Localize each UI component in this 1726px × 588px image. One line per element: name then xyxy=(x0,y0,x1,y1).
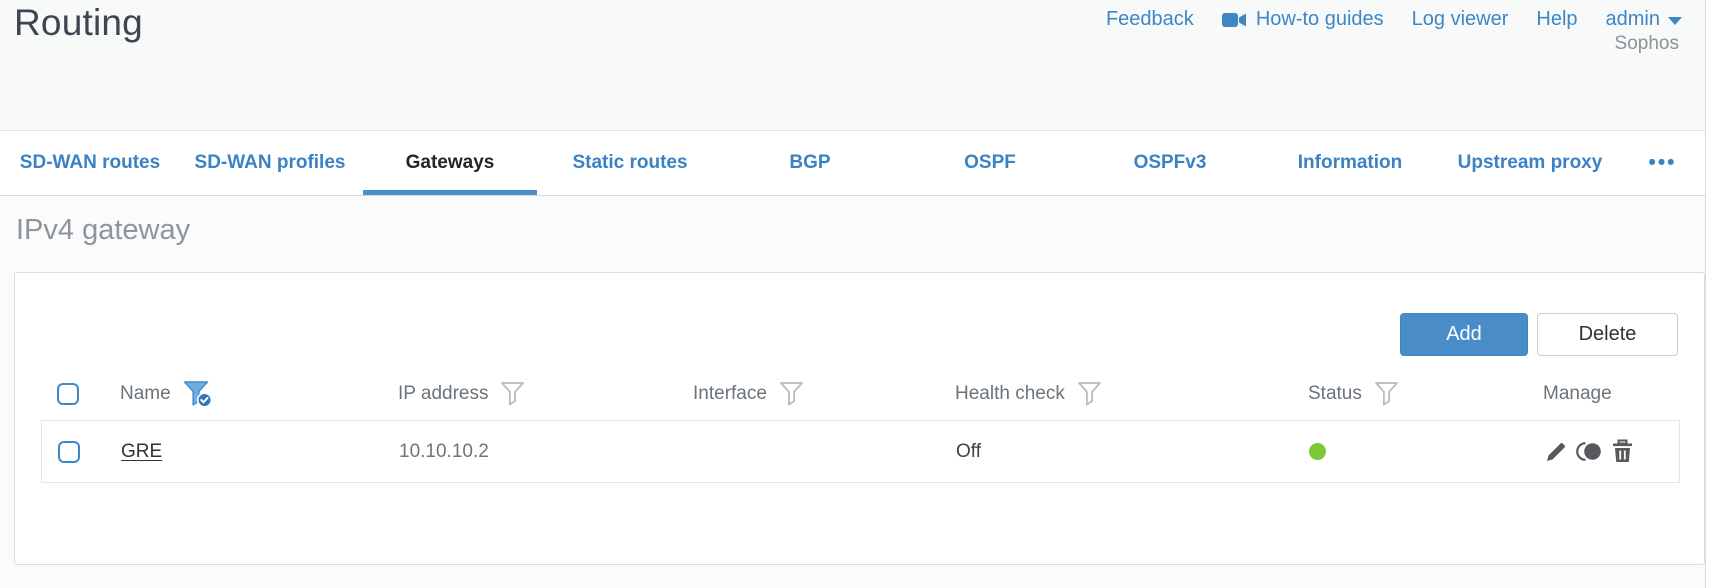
tab-ospf[interactable]: OSPF xyxy=(900,131,1080,195)
header-checkbox-cell xyxy=(41,383,104,405)
add-button[interactable]: Add xyxy=(1400,313,1528,356)
delete-icon[interactable] xyxy=(1610,439,1635,464)
column-header-name: Name xyxy=(104,380,382,408)
user-name: admin xyxy=(1605,8,1660,30)
row-checkbox-cell xyxy=(42,440,105,463)
section-title: IPv4 gateway xyxy=(16,214,191,246)
column-header-interface: Interface xyxy=(677,381,939,407)
user-menu[interactable]: admin xyxy=(1606,8,1682,31)
tab-upstream-proxy[interactable]: Upstream proxy xyxy=(1440,131,1620,195)
column-header-ip-address: IP address xyxy=(382,381,677,407)
column-header-status: Status xyxy=(1292,381,1527,407)
tab-information[interactable]: Information xyxy=(1260,131,1440,195)
more-tabs-button[interactable]: ••• xyxy=(1620,131,1705,195)
tab-ospfv3[interactable]: OSPFv3 xyxy=(1080,131,1260,195)
row-status-cell xyxy=(1293,443,1528,460)
row-health-check-cell: Off xyxy=(940,441,1293,463)
help-link[interactable]: Help xyxy=(1536,8,1577,31)
ipv4-gateway-panel: Add Delete Name IP address Interface Hea… xyxy=(14,272,1705,565)
gateway-ip: 10.10.10.2 xyxy=(399,440,489,462)
column-header-health-check: Health check xyxy=(939,381,1292,407)
interface-filter-icon[interactable] xyxy=(779,381,805,407)
routing-page: Routing Feedback How-to guides Log viewe… xyxy=(0,0,1706,588)
ip-address-filter-icon[interactable] xyxy=(500,381,526,407)
chevron-down-icon xyxy=(1668,17,1682,25)
table-header-row: Name IP address Interface Health check S… xyxy=(41,368,1680,420)
edit-icon[interactable] xyxy=(1544,439,1569,464)
health-check-filter-icon[interactable] xyxy=(1077,381,1103,407)
page-title: Routing xyxy=(14,2,143,43)
delete-button[interactable]: Delete xyxy=(1537,313,1678,356)
row-manage-cell xyxy=(1528,439,1679,464)
how-to-guides-link[interactable]: How-to guides xyxy=(1221,8,1384,31)
gateway-health-check: Off xyxy=(956,440,981,462)
gateway-table: Name IP address Interface Health check S… xyxy=(41,368,1680,483)
status-filter-icon[interactable] xyxy=(1374,381,1400,407)
panel-toolbar: Add Delete xyxy=(15,273,1704,356)
status-dot xyxy=(1309,443,1326,460)
video-camera-icon xyxy=(1221,12,1247,28)
feedback-link[interactable]: Feedback xyxy=(1106,8,1194,31)
page-header: Routing Feedback How-to guides Log viewe… xyxy=(0,0,1705,130)
brand-label: Sophos xyxy=(1614,33,1679,54)
column-header-manage: Manage xyxy=(1543,383,1612,404)
table-row: GRE 10.10.10.2 Off xyxy=(42,421,1679,482)
routing-tabs: SD-WAN routes SD-WAN profiles Gateways S… xyxy=(0,130,1705,196)
row-checkbox[interactable] xyxy=(58,440,80,463)
table-body: GRE 10.10.10.2 Off xyxy=(41,420,1680,483)
select-all-checkbox[interactable] xyxy=(57,383,79,405)
clone-icon[interactable] xyxy=(1576,439,1603,464)
tab-gateways[interactable]: Gateways xyxy=(360,131,540,195)
log-viewer-link[interactable]: Log viewer xyxy=(1412,8,1509,31)
tab-static-routes[interactable]: Static routes xyxy=(540,131,720,195)
manage-actions xyxy=(1544,439,1635,464)
row-ip-cell: 10.10.10.2 xyxy=(383,441,678,463)
name-filter-active-icon[interactable] xyxy=(183,380,213,408)
header-links: Feedback How-to guides Log viewer Help a… xyxy=(1106,8,1682,31)
tab-sdwan-profiles[interactable]: SD-WAN profiles xyxy=(180,131,360,195)
tab-bgp[interactable]: BGP xyxy=(720,131,900,195)
tab-sdwan-routes[interactable]: SD-WAN routes xyxy=(0,131,180,195)
content-area: IPv4 gateway Add Delete Name IP address … xyxy=(0,196,1705,588)
gateway-name-link[interactable]: GRE xyxy=(121,441,162,463)
row-name-cell: GRE xyxy=(105,441,383,463)
